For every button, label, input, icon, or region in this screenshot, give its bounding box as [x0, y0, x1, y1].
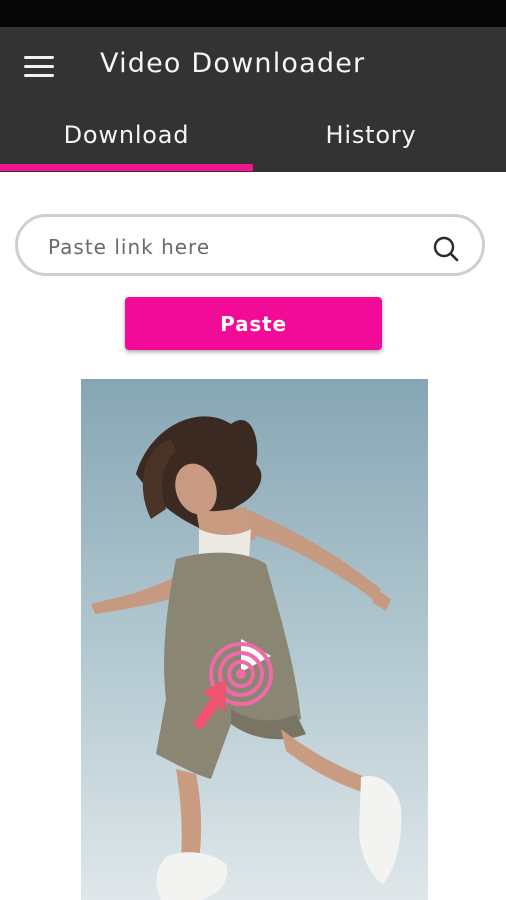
menu-line	[24, 74, 54, 77]
tap-play-icon	[193, 639, 273, 730]
tab-bar: Download History	[0, 107, 506, 172]
search-icon[interactable]	[432, 235, 460, 263]
active-tab-indicator	[0, 164, 253, 171]
app-title: Video Downloader	[100, 48, 366, 79]
app-bar: Video Downloader	[0, 27, 506, 107]
menu-line	[24, 65, 54, 68]
paste-button[interactable]: Paste	[125, 297, 382, 350]
menu-line	[24, 56, 54, 59]
tab-download[interactable]: Download	[0, 107, 253, 172]
tab-history[interactable]: History	[253, 107, 489, 172]
status-bar	[0, 0, 506, 27]
link-input[interactable]	[46, 229, 420, 265]
hero-image	[81, 379, 428, 900]
link-search-box	[15, 214, 485, 276]
hamburger-menu-icon[interactable]	[24, 55, 54, 77]
